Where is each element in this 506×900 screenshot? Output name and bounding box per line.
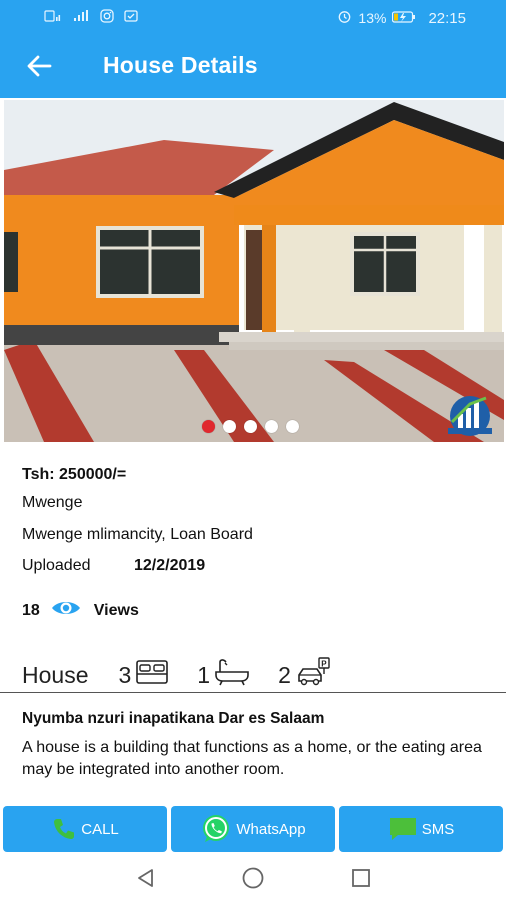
- signal-icon: [72, 9, 90, 26]
- phone-icon: [51, 816, 77, 842]
- page-title: House Details: [103, 52, 258, 78]
- description-body: A house is a building that functions as …: [22, 739, 482, 778]
- description-title: Nyumba nzuri inapatikana Dar es Salaam: [22, 710, 325, 727]
- bed-icon: [135, 659, 169, 691]
- status-right: 13% 22:15: [337, 9, 466, 27]
- carousel-dot-5[interactable]: [286, 420, 299, 433]
- bedrooms-count: 3: [118, 661, 132, 688]
- call-label: CALL: [81, 820, 119, 838]
- whatsapp-icon: [200, 813, 232, 845]
- views-counter: 18 Views: [22, 598, 139, 623]
- contact-actions: CALL WhatsApp SMS: [0, 806, 506, 854]
- status-left-icons: [44, 9, 138, 26]
- carousel-dot-4[interactable]: [265, 420, 278, 433]
- car-parking-icon: P: [295, 657, 331, 693]
- eye-icon: [50, 598, 82, 623]
- price: Tsh: 250000/=: [22, 466, 127, 483]
- logo-watermark: [442, 392, 498, 436]
- bathtub-icon: [214, 658, 250, 692]
- parking-count: 2: [278, 661, 291, 688]
- carousel-dot-1[interactable]: [202, 420, 215, 433]
- property-type: House: [22, 661, 89, 688]
- parking-feature: 2 P: [278, 657, 331, 693]
- bathrooms-count: 1: [197, 661, 211, 688]
- carousel-dot-3[interactable]: [244, 420, 257, 433]
- nav-home-button[interactable]: [241, 866, 265, 890]
- back-button[interactable]: [22, 50, 56, 82]
- call-button[interactable]: CALL: [3, 806, 167, 852]
- section-divider: [0, 692, 506, 693]
- house-photo-carousel[interactable]: [4, 100, 504, 442]
- arrow-left-icon: [27, 55, 52, 77]
- views-count: 18: [22, 601, 40, 619]
- triangle-back-icon: [138, 869, 153, 887]
- instagram-icon: [100, 9, 114, 26]
- whatsapp-button[interactable]: WhatsApp: [171, 806, 335, 852]
- notification-icon: [124, 9, 138, 26]
- sim-icon: [44, 9, 62, 26]
- sms-label: SMS: [421, 820, 455, 838]
- nav-back-button[interactable]: [134, 866, 158, 890]
- sms-button[interactable]: SMS: [339, 806, 503, 852]
- property-features: House 3 1 2 P: [22, 657, 492, 693]
- square-recents-icon: [352, 869, 370, 887]
- battery-icon: [392, 10, 416, 26]
- battery-percentage: 13%: [358, 10, 387, 26]
- status-bar: 13% 22:15: [0, 0, 506, 34]
- uploaded-date: 12/2/2019: [134, 557, 206, 574]
- alarm-icon: [337, 9, 352, 27]
- bathrooms-feature: 1: [197, 658, 250, 692]
- location-address: Mwenge mlimancity, Loan Board: [22, 526, 253, 543]
- carousel-indicator: [202, 420, 299, 433]
- uploaded-label: Uploaded: [22, 557, 91, 574]
- bedrooms-feature: 3: [118, 659, 169, 691]
- nav-recents-button[interactable]: [349, 866, 373, 890]
- carousel-dot-2[interactable]: [223, 420, 236, 433]
- circle-home-icon: [242, 867, 264, 889]
- sms-icon: [388, 816, 418, 842]
- views-label: Views: [93, 601, 139, 619]
- house-photo: [4, 100, 504, 442]
- clock: 22:15: [428, 9, 466, 27]
- location-area: Mwenge: [22, 494, 83, 511]
- app-bar: House Details: [0, 34, 506, 98]
- system-nav-bar: [0, 856, 506, 900]
- whatsapp-label: WhatsApp: [236, 820, 306, 838]
- svg-text:P: P: [321, 659, 327, 668]
